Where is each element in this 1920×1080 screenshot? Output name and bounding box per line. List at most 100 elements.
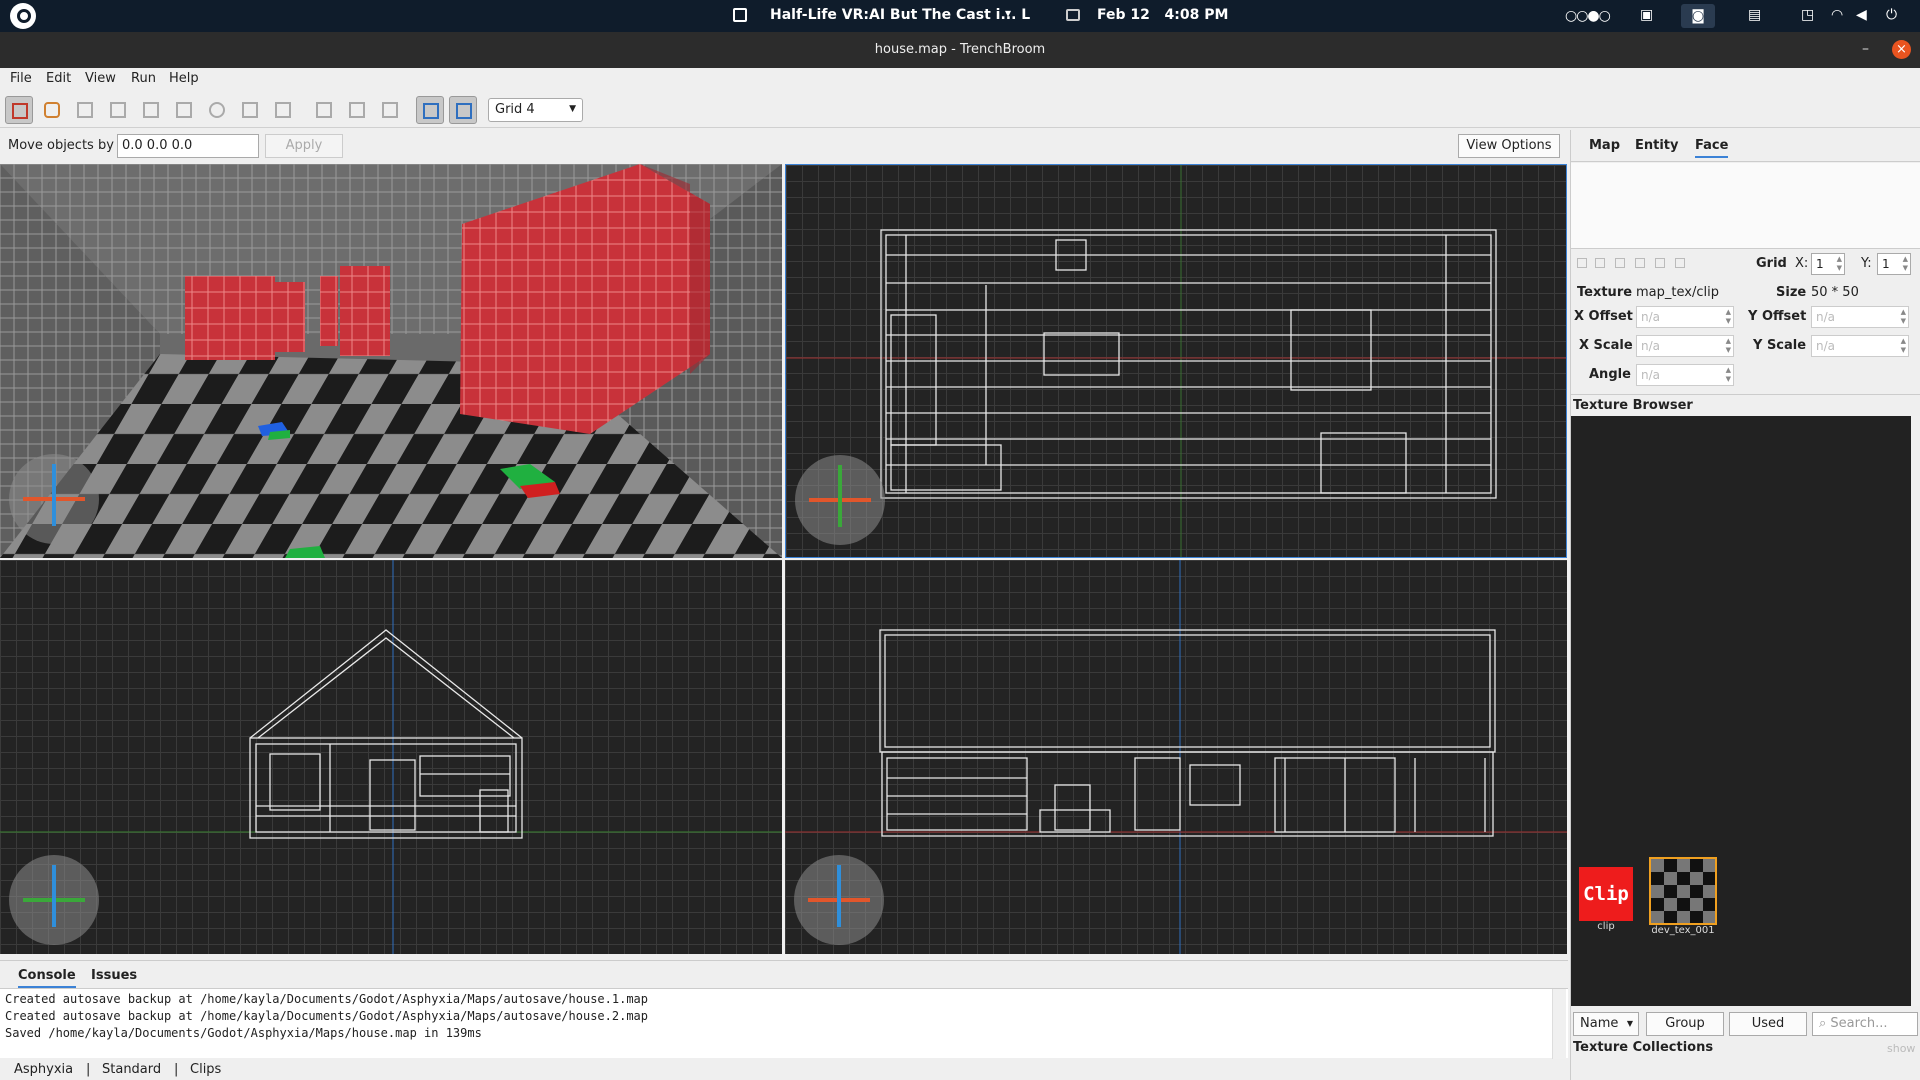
console-line: Created autosave backup at /home/kayla/D… bbox=[5, 992, 648, 1006]
texture-browser[interactable]: Clip clip dev_tex_001 bbox=[1571, 416, 1911, 1006]
clip-tool-button[interactable] bbox=[71, 96, 99, 124]
flip-horizontal-button[interactable] bbox=[343, 96, 371, 124]
window-title-bar: house.map - TrenchBroom – × bbox=[0, 32, 1920, 68]
inspector-tabs: Map Entity Face bbox=[1571, 130, 1920, 162]
chevron-down-icon[interactable]: ▾ bbox=[1005, 6, 1011, 20]
texture-clip[interactable]: Clip clip bbox=[1579, 867, 1633, 932]
viewport-3d[interactable] bbox=[0, 164, 782, 558]
wifi-icon[interactable]: ◠ bbox=[1831, 7, 1849, 23]
os-logo-icon[interactable] bbox=[10, 3, 36, 29]
window-icon[interactable]: ◳ bbox=[1801, 7, 1819, 23]
y-scale-input[interactable]: n/a ▲ ▼ bbox=[1811, 335, 1909, 357]
size-value: 50 * 50 bbox=[1811, 285, 1859, 300]
z-axis-icon bbox=[52, 865, 56, 927]
menu-view[interactable]: View bbox=[85, 71, 116, 86]
axis-gizmo-front bbox=[794, 855, 884, 945]
sort-select[interactable]: Name ▼ bbox=[1573, 1012, 1639, 1036]
axis-gizmo-3d bbox=[9, 454, 99, 544]
reset-icon[interactable] bbox=[1577, 258, 1587, 268]
axis-gizmo-side bbox=[9, 855, 99, 945]
select-tool-button[interactable] bbox=[5, 96, 33, 124]
tab-issues[interactable]: Issues bbox=[91, 968, 137, 983]
spinner-arrows-icon: ▲ ▼ bbox=[1725, 308, 1731, 325]
flip-u-icon[interactable] bbox=[1615, 258, 1625, 268]
volume-icon[interactable]: ◀ bbox=[1856, 7, 1874, 23]
reset-alignment-icon[interactable] bbox=[1595, 258, 1605, 268]
move-offset-input[interactable]: 0.0 0.0 0.0 bbox=[117, 134, 259, 158]
workspace-indicator[interactable]: ○○●○ bbox=[1565, 8, 1611, 24]
grid-y-value: 1 bbox=[1882, 257, 1890, 271]
texture-value: map_tex/clip bbox=[1636, 285, 1719, 300]
grid-y-input[interactable]: 1 ▲ ▼ bbox=[1877, 253, 1911, 275]
tab-face[interactable]: Face bbox=[1695, 138, 1729, 158]
menu-help[interactable]: Help bbox=[169, 71, 199, 86]
texture-browser-scrollbar[interactable] bbox=[1911, 416, 1920, 1006]
date-time[interactable]: Feb 12 4:08 PM bbox=[1097, 7, 1228, 23]
menu-file[interactable]: File bbox=[10, 71, 32, 86]
y-offset-input[interactable]: n/a ▲ ▼ bbox=[1811, 306, 1909, 328]
tab-map[interactable]: Map bbox=[1589, 138, 1620, 153]
tab-entity[interactable]: Entity bbox=[1635, 138, 1679, 153]
screenshot-icon[interactable]: ◙ bbox=[1681, 4, 1715, 28]
uv-lock-button[interactable] bbox=[449, 96, 477, 124]
scale-tool-button[interactable] bbox=[236, 96, 264, 124]
inspector-panel: Map Entity Face Grid X: 1 ▲ ▼ Y: 1 ▲ ▼ Textu… bbox=[1570, 130, 1920, 1080]
rotate-tool-button[interactable] bbox=[203, 96, 231, 124]
shear-tool-button[interactable] bbox=[269, 96, 297, 124]
apply-button[interactable]: Apply bbox=[265, 134, 343, 158]
rotate-cw-icon[interactable] bbox=[1675, 258, 1685, 268]
flip-v-icon[interactable] bbox=[1635, 258, 1645, 268]
view-options-button[interactable]: View Options bbox=[1458, 134, 1560, 158]
texture-dev-tex-001[interactable]: dev_tex_001 bbox=[1649, 857, 1717, 936]
flip-vertical-button[interactable] bbox=[376, 96, 404, 124]
edge-tool-icon bbox=[143, 102, 159, 118]
console-scrollbar[interactable] bbox=[1552, 989, 1566, 1059]
power-icon[interactable]: ⏻ bbox=[1886, 7, 1904, 23]
texture-lock-icon bbox=[423, 103, 439, 119]
calendar-icon bbox=[1066, 9, 1080, 21]
face-tool-icon bbox=[176, 102, 192, 118]
viewport-front[interactable] bbox=[785, 560, 1567, 954]
used-button[interactable]: Used bbox=[1729, 1012, 1807, 1036]
show-collections-link[interactable]: show bbox=[1887, 1042, 1915, 1055]
tab-console[interactable]: Console bbox=[18, 968, 76, 988]
menu-edit[interactable]: Edit bbox=[46, 71, 71, 86]
face-tool-button[interactable] bbox=[170, 96, 198, 124]
texture-lock-button[interactable] bbox=[416, 96, 444, 124]
axis-gizmo-top bbox=[795, 455, 885, 545]
close-button[interactable]: × bbox=[1892, 40, 1911, 59]
discord-icon[interactable]: ▣ bbox=[1640, 7, 1658, 23]
status-clips: Clips bbox=[190, 1062, 222, 1077]
menu-run[interactable]: Run bbox=[131, 71, 156, 86]
texture-browser-filter-bar: Name ▼ Group Used ⌕ Search... bbox=[1571, 1010, 1920, 1038]
vertex-tool-button[interactable] bbox=[104, 96, 132, 124]
active-task-title[interactable]: Half-Life VR:AI But The Cast i... L bbox=[770, 7, 1030, 23]
x-offset-value: n/a bbox=[1641, 310, 1661, 324]
spinner-arrows-icon: ▲ ▼ bbox=[1900, 337, 1906, 354]
group-button[interactable]: Group bbox=[1646, 1012, 1724, 1036]
console-output[interactable]: Created autosave backup at /home/kayla/D… bbox=[0, 988, 1568, 1059]
scale-tool-icon bbox=[242, 102, 258, 118]
angle-input[interactable]: n/a ▲ ▼ bbox=[1636, 364, 1734, 386]
rotate-tool-icon bbox=[209, 102, 225, 118]
grid-size-select[interactable]: Grid 4 ▼ bbox=[488, 98, 583, 122]
monitor-icon[interactable]: ▤ bbox=[1748, 7, 1766, 23]
minimize-button[interactable]: – bbox=[1862, 41, 1869, 57]
edge-tool-button[interactable] bbox=[137, 96, 165, 124]
face-uv-editor[interactable] bbox=[1571, 163, 1920, 249]
viewport-top[interactable] bbox=[785, 164, 1567, 558]
grid-x-input[interactable]: 1 ▲ ▼ bbox=[1811, 253, 1845, 275]
duplicate-button[interactable] bbox=[310, 96, 338, 124]
status-separator: | bbox=[86, 1062, 91, 1077]
viewport-side[interactable] bbox=[0, 560, 782, 954]
rotate-ccw-icon[interactable] bbox=[1655, 258, 1665, 268]
spinner-arrows-icon: ▲ ▼ bbox=[1836, 255, 1842, 272]
console-line: Created autosave backup at /home/kayla/D… bbox=[5, 1009, 648, 1023]
brush-tool-button[interactable] bbox=[38, 96, 66, 124]
date: Feb 12 bbox=[1097, 7, 1150, 23]
sort-value: Name bbox=[1580, 1016, 1619, 1031]
texture-search-input[interactable]: ⌕ Search... bbox=[1812, 1012, 1918, 1036]
x-offset-input[interactable]: n/a ▲ ▼ bbox=[1636, 306, 1734, 328]
x-scale-input[interactable]: n/a ▲ ▼ bbox=[1636, 335, 1734, 357]
angle-label: Angle bbox=[1589, 367, 1631, 382]
